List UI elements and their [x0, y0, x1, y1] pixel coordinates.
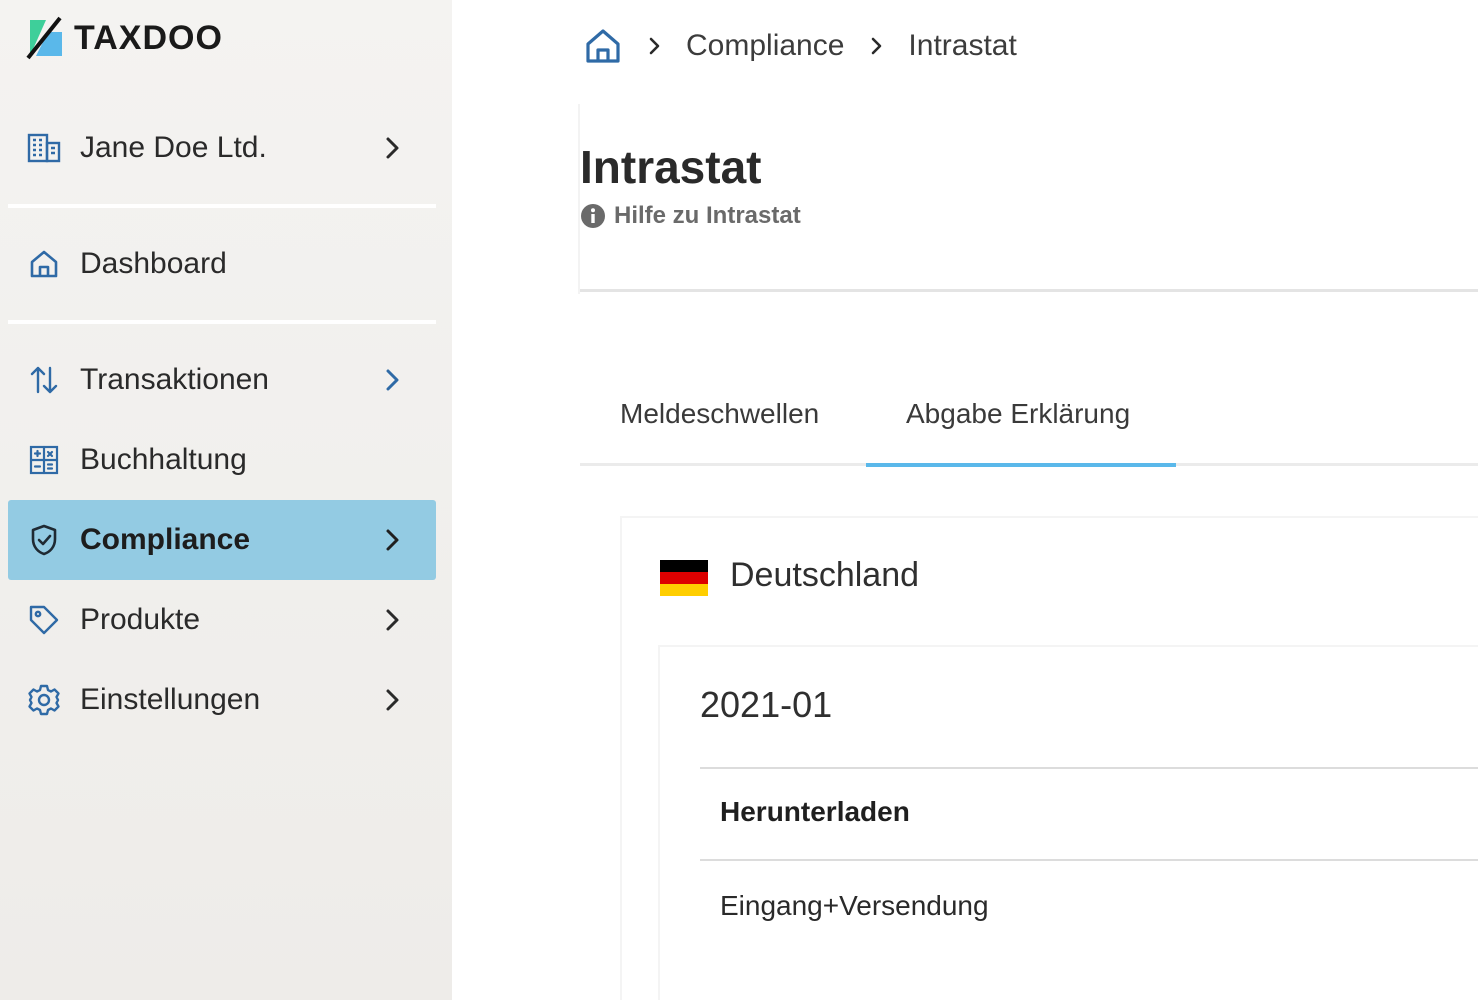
- chevron-right-icon: [872, 37, 882, 55]
- page-title: Intrastat: [580, 141, 762, 193]
- card-edge: [578, 104, 580, 294]
- chevron-right-icon: [649, 37, 660, 55]
- sidebar-item-compliance[interactable]: Compliance: [8, 500, 436, 580]
- download-eingang-versendung-link[interactable]: Eingang+Versendung: [720, 890, 989, 922]
- home-icon: [26, 246, 62, 282]
- breadcrumb-item-compliance[interactable]: Compliance: [686, 29, 844, 63]
- help-label: Hilfe zu Intrastat: [614, 202, 801, 229]
- breadcrumb-item-intrastat: Intrastat: [908, 29, 1017, 62]
- table-divider: [700, 859, 1478, 861]
- sidebar-item-produkte[interactable]: Produkte: [8, 580, 436, 660]
- gear-icon: [26, 682, 62, 718]
- chevron-right-icon: [386, 137, 399, 159]
- chevron-right-icon: [386, 689, 399, 711]
- sidebar-item-einstellungen[interactable]: Einstellungen: [8, 660, 436, 740]
- company-name: Jane Doe Ltd.: [80, 131, 267, 164]
- chevron-right-icon: [386, 529, 399, 551]
- country-name: Deutschland: [730, 556, 920, 594]
- tab-meldeschwellen[interactable]: Meldeschwellen: [620, 398, 819, 430]
- sidebar-item-label: Compliance: [80, 523, 251, 556]
- sidebar-divider: [8, 320, 436, 324]
- table-divider: [700, 767, 1478, 769]
- building-icon: [26, 130, 62, 166]
- help-link[interactable]: Hilfe zu Intrastat: [580, 202, 801, 230]
- germany-flag-icon: [660, 560, 708, 596]
- calculator-icon: [26, 442, 62, 478]
- info-icon: [581, 204, 605, 228]
- taxdoo-logo-icon: [26, 16, 62, 60]
- sidebar: TAXDOO Jane Doe Ltd. Dashboard Transakti…: [0, 0, 452, 1000]
- sidebar-item-dashboard[interactable]: Dashboard: [8, 224, 436, 304]
- sidebar-item-label: Buchhaltung: [80, 443, 247, 476]
- sidebar-item-label: Transaktionen: [80, 363, 269, 396]
- chevron-right-icon: [386, 609, 399, 631]
- brand-name: TAXDOO: [74, 18, 223, 57]
- tab-abgabe-erklaerung[interactable]: Abgabe Erklärung: [906, 398, 1130, 430]
- sidebar-item-buchhaltung[interactable]: Buchhaltung: [8, 420, 436, 500]
- sidebar-item-label: Dashboard: [80, 247, 227, 280]
- column-header-herunterladen: Herunterladen: [720, 796, 910, 827]
- sidebar-divider: [8, 204, 436, 208]
- company-switcher[interactable]: Jane Doe Ltd.: [8, 108, 436, 188]
- arrows-up-down-icon: [26, 362, 62, 398]
- tag-icon: [26, 602, 62, 638]
- breadcrumb: Compliance Intrastat: [584, 18, 1017, 74]
- shield-check-icon: [26, 522, 62, 558]
- active-tab-indicator: [866, 463, 1176, 467]
- report-period: 2021-01: [700, 684, 833, 725]
- sidebar-item-label: Einstellungen: [80, 683, 261, 716]
- header-divider: [580, 289, 1478, 292]
- sidebar-item-transaktionen[interactable]: Transaktionen: [8, 340, 436, 420]
- sidebar-item-label: Produkte: [80, 603, 201, 636]
- home-icon[interactable]: [584, 27, 622, 65]
- logo[interactable]: TAXDOO: [24, 16, 223, 60]
- chevron-right-icon: [386, 369, 399, 391]
